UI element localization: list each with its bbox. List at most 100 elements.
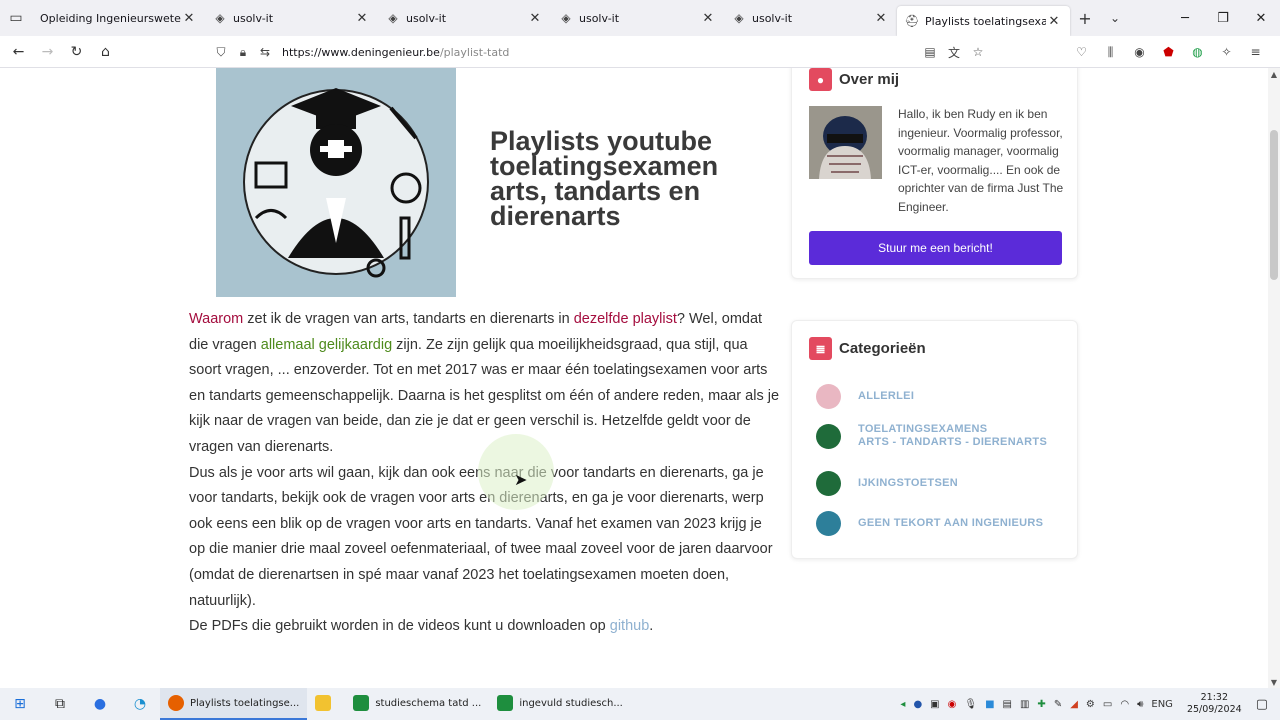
category-label: TOELATINGSEXAMENS ARTS - TANDARTS - DIERE…	[858, 423, 1047, 449]
clock[interactable]: 21:32 25/09/2024	[1187, 692, 1242, 716]
highlight-text: Waarom	[189, 311, 244, 327]
taskbar: ⊞ ⧉ ● ◔ Playlists toelatingse... studies…	[0, 688, 1280, 720]
chevron-down-icon[interactable]: ⌄	[1100, 0, 1130, 36]
folder-icon	[315, 695, 332, 711]
tray-icon[interactable]: ◉	[948, 699, 957, 710]
taskbar-app-explorer[interactable]	[307, 688, 345, 720]
url-bar[interactable]: ⛉ 🔒︎ ⇆ https://www.deningenieur.be/playl…	[210, 39, 990, 65]
permissions-icon[interactable]: ⇆	[254, 45, 276, 59]
tab-bar: ▭ Opleiding Ingenieurswetenschappen ✕ ◈ …	[0, 0, 1280, 36]
url-host: https://www.deningenieur.be	[282, 45, 440, 59]
tab-usolv-2[interactable]: ◈ usolv-it ✕	[378, 0, 551, 36]
scroll-up-icon[interactable]: ▲	[1268, 68, 1280, 80]
categories-heading: ≣ Categorieën	[809, 337, 926, 360]
tray-icon[interactable]: ▥	[1020, 699, 1029, 710]
category-label-line: ARTS - TANDARTS - DIERENARTS	[858, 436, 1048, 448]
tray-icon[interactable]: ▤	[1003, 699, 1012, 710]
extension-green-icon[interactable]: ◍	[1183, 45, 1212, 59]
github-link[interactable]: github	[610, 618, 650, 634]
tray-icon[interactable]: ◂	[900, 699, 905, 710]
extensions-icon[interactable]: ✧	[1212, 45, 1241, 59]
category-thumbnail-icon	[816, 511, 841, 536]
about-text: Hallo, ik ben Rudy en ik ben ingenieur. …	[898, 107, 1064, 214]
new-tab-icon[interactable]: +	[1070, 0, 1100, 36]
paragraph-3: De PDFs die gebruikt worden in de videos…	[189, 614, 779, 640]
close-window-icon[interactable]: ✕	[1242, 0, 1280, 36]
reload-icon[interactable]: ↻	[62, 38, 91, 66]
tab-usolv-3[interactable]: ◈ usolv-it ✕	[551, 0, 724, 36]
close-icon[interactable]: ✕	[354, 10, 370, 26]
paragraph-1: Waarom zet ik de vragen van arts, tandar…	[189, 307, 779, 461]
close-icon[interactable]: ✕	[1046, 13, 1062, 29]
forward-icon[interactable]: →	[33, 38, 62, 66]
tab-opleiding[interactable]: Opleiding Ingenieurswetenschappen ✕	[32, 0, 205, 36]
lock-icon[interactable]: 🔒︎	[232, 45, 254, 60]
tray-icon[interactable]: ◢	[1070, 699, 1078, 710]
reader-view-icon[interactable]: ▤	[918, 45, 942, 59]
ublock-icon[interactable]: ⬟	[1154, 45, 1183, 59]
page-scrollbar[interactable]: ▲ ▼	[1268, 68, 1280, 688]
microphone-icon[interactable]: 🎙︎	[964, 699, 977, 710]
volume-icon[interactable]: 🔊︎	[1137, 699, 1143, 710]
category-thumbnail-icon	[816, 471, 841, 496]
task-view-icon[interactable]: ⧉	[40, 688, 80, 720]
tab-title: Playlists toelatingsexamen arts	[925, 14, 1046, 28]
taskbar-app-sheets-1[interactable]: studieschema tatd ...	[345, 688, 489, 720]
shield-icon[interactable]: ⛉	[210, 45, 232, 60]
close-icon[interactable]: ✕	[873, 10, 889, 26]
bookmark-star-icon[interactable]: ☆	[966, 45, 990, 59]
taskbar-app-firefox[interactable]: Playlists toelatingse...	[160, 688, 308, 720]
tab-usolv-4[interactable]: ◈ usolv-it ✕	[724, 0, 897, 36]
pocket-icon[interactable]: ♡	[1067, 45, 1096, 59]
category-ijkingstoetsen[interactable]: IJKINGSTOETSEN	[816, 471, 958, 496]
minimize-icon[interactable]: ─	[1166, 0, 1204, 36]
translate-icon[interactable]: 文	[942, 44, 966, 61]
restore-icon[interactable]: ❐	[1204, 0, 1242, 36]
category-toelatingsexamens[interactable]: TOELATINGSEXAMENS ARTS - TANDARTS - DIERE…	[816, 423, 1047, 449]
wifi-icon[interactable]: ◠	[1120, 699, 1129, 710]
scroll-down-icon[interactable]: ▼	[1268, 676, 1280, 688]
page-title: Playlists youtube toelatingsexamen arts,…	[490, 126, 719, 231]
send-message-button[interactable]: Stuur me een bericht!	[809, 231, 1062, 265]
app-blue-icon[interactable]: ●	[80, 688, 120, 720]
list-icon: ≣	[809, 337, 832, 360]
tray-icon[interactable]: ▣	[930, 699, 939, 710]
scroll-thumb[interactable]	[1270, 130, 1278, 280]
library-icon[interactable]: ⫼	[1096, 45, 1125, 60]
categories-heading-text: Categorieën	[839, 340, 926, 357]
close-icon[interactable]: ✕	[181, 10, 197, 26]
category-geen-tekort[interactable]: GEEN TEKORT AAN INGENIEURS	[816, 511, 1043, 536]
taskbar-app-label: studieschema tatd ...	[375, 697, 482, 709]
tray-icon[interactable]: ✎	[1054, 699, 1062, 710]
language-indicator[interactable]: ENG	[1151, 699, 1173, 710]
url-path: /playlist-tatd	[439, 45, 510, 59]
taskbar-app-sheets-2[interactable]: ingevuld studiesch...	[489, 688, 631, 720]
battery-icon[interactable]: ▭	[1103, 699, 1112, 710]
account-icon[interactable]: ◉	[1125, 45, 1154, 59]
text-span: zet ik de vragen van arts, tandarts en d…	[243, 311, 574, 327]
category-label: IJKINGSTOETSEN	[858, 477, 958, 489]
tray-icon[interactable]: ●	[913, 699, 922, 710]
tab-list-icon[interactable]: ▭	[0, 0, 32, 36]
usolv-icon: ◈	[734, 11, 744, 25]
tray-icon[interactable]: ✚	[1037, 699, 1045, 710]
site-icon: ⛑	[904, 14, 920, 28]
avatar	[809, 106, 882, 179]
menu-icon[interactable]: ≡	[1241, 45, 1270, 59]
back-icon[interactable]: ←	[4, 38, 33, 66]
tray-icon[interactable]: ■	[985, 699, 994, 710]
tab-usolv-1[interactable]: ◈ usolv-it ✕	[205, 0, 378, 36]
tab-playlists[interactable]: ⛑ Playlists toelatingsexamen arts ✕	[897, 6, 1070, 36]
close-icon[interactable]: ✕	[527, 10, 543, 26]
tray-icon[interactable]: ⚙	[1086, 699, 1095, 710]
notification-icon[interactable]: ▢	[1256, 697, 1268, 712]
category-label-line: TOELATINGSEXAMENS	[858, 423, 988, 435]
windows-start-icon[interactable]: ⊞	[0, 688, 40, 720]
taskbar-app-label: ingevuld studiesch...	[519, 697, 623, 709]
home-icon[interactable]: ⌂	[91, 38, 120, 66]
edge-icon[interactable]: ◔	[120, 688, 160, 720]
about-widget: ● Over mij Hallo, ik ben Rudy en ik ben …	[791, 68, 1078, 279]
close-icon[interactable]: ✕	[700, 10, 716, 26]
category-allerlei[interactable]: ALLERLEI	[816, 384, 914, 409]
text-span: zijn. Ze zijn gelijk qua moeilijkheidsgr…	[189, 336, 780, 455]
